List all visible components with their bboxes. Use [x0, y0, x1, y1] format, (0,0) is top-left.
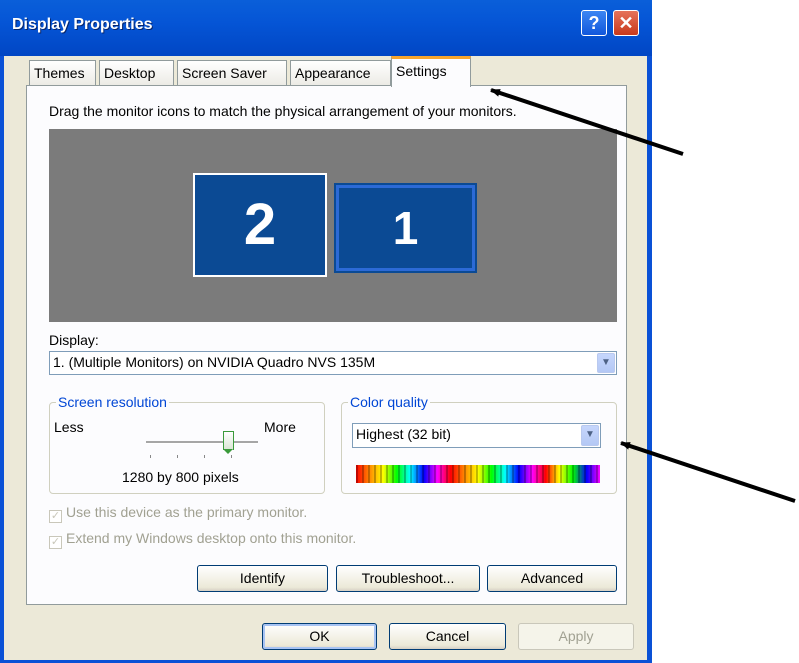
annotation-arrows: [490, 88, 796, 503]
annotation-arrow: [490, 88, 684, 156]
tab-settings[interactable]: Settings: [391, 56, 471, 87]
annotation-arrow: [620, 441, 796, 503]
